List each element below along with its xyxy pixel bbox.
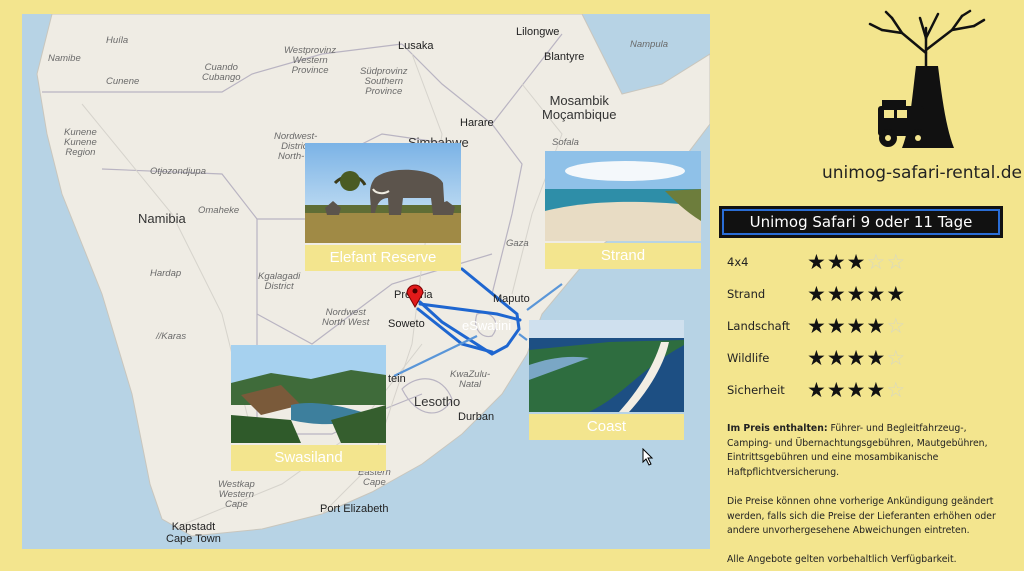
star-filled-icon: ★ xyxy=(846,250,867,274)
title-text: Unimog Safari 9 oder 11 Tage xyxy=(749,213,973,231)
star-filled-icon: ★ xyxy=(846,314,867,338)
map-label-lilongwe: Lilongwe xyxy=(516,26,560,38)
map-label-otjozondjupa: Otjozondjupa xyxy=(150,166,206,177)
star-rating: ★★★★☆ xyxy=(807,346,906,370)
baobab-tree-unimog-icon xyxy=(868,9,986,148)
map-label-sofala: Sofala xyxy=(552,137,579,148)
map-label-namibia: Namibia xyxy=(138,211,186,226)
photo-elephant[interactable] xyxy=(305,143,461,243)
map-label-nordwest-sa: Nordwest North West xyxy=(322,307,370,328)
map-label-kgalagadi: Kgalagadi District xyxy=(258,271,301,292)
elephant-image xyxy=(305,143,461,243)
availability-text: Alle Angebote gelten vorbehaltlich Verfü… xyxy=(727,554,957,565)
map-label-gaza: Gaza xyxy=(506,238,529,249)
map-label-port-elizabeth: Port Elizabeth xyxy=(320,503,389,515)
location-pin-icon[interactable] xyxy=(405,282,425,308)
map-label-soweto: Soweto xyxy=(388,318,425,330)
beach-image xyxy=(545,151,701,241)
canyon-image xyxy=(231,345,386,443)
map-label-westprovinz: Westprovinz Western Province xyxy=(284,45,337,76)
star-empty-icon: ☆ xyxy=(886,346,907,370)
star-filled-icon: ★ xyxy=(807,378,827,402)
map-label-cunene: Cunene xyxy=(106,76,140,87)
map-label-kunene: Kunene Kunene Region xyxy=(64,127,97,158)
photo-coast[interactable] xyxy=(529,320,684,412)
star-filled-icon: ★ xyxy=(866,282,887,306)
caption-canyon: Swasiland xyxy=(231,445,386,471)
star-filled-icon: ★ xyxy=(846,282,867,306)
map-label-westkap: Westkap Western Cape xyxy=(218,479,255,510)
star-filled-icon: ★ xyxy=(826,346,847,370)
rating-label: Strand xyxy=(727,287,766,301)
map-label-harare: Harare xyxy=(460,117,494,129)
map-label-kapstadt: Kapstadt Cape Town xyxy=(166,521,221,545)
star-filled-icon: ★ xyxy=(826,282,847,306)
price-included-text: Im Preis enthalten: Führer- und Begleitf… xyxy=(727,422,1007,480)
star-rating: ★★★☆☆ xyxy=(807,250,906,274)
star-empty-icon: ☆ xyxy=(866,250,887,274)
caption-elephant: Elefant Reserve xyxy=(305,245,461,271)
rating-label: Landschaft xyxy=(727,319,791,333)
star-filled-icon: ★ xyxy=(826,378,847,402)
map-label-tein: tein xyxy=(388,373,406,385)
rating-label: Sicherheit xyxy=(727,383,785,397)
rating-label: Wildlife xyxy=(727,351,770,365)
map-label-hardap: Hardap xyxy=(150,268,182,279)
star-filled-icon: ★ xyxy=(866,378,887,402)
star-rating: ★★★★★ xyxy=(807,282,906,306)
map-label-durban: Durban xyxy=(458,411,495,423)
map-label-blantyre: Blantyre xyxy=(544,51,585,63)
caption-coast: Coast xyxy=(529,414,684,440)
price-heading: Im Preis enthalten: xyxy=(727,423,828,434)
star-filled-icon: ★ xyxy=(826,250,847,274)
star-filled-icon: ★ xyxy=(886,282,907,306)
star-rating: ★★★★☆ xyxy=(807,314,906,338)
star-filled-icon: ★ xyxy=(807,282,827,306)
map-label-lusaka: Lusaka xyxy=(398,40,434,52)
star-filled-icon: ★ xyxy=(807,250,827,274)
disclaimer-text: Die Preise können ohne vorherige Ankündi… xyxy=(727,496,996,536)
star-filled-icon: ★ xyxy=(826,314,847,338)
star-empty-icon: ☆ xyxy=(886,314,907,338)
star-filled-icon: ★ xyxy=(846,378,867,402)
map-label-lesotho: Lesotho xyxy=(414,394,461,409)
map-label-karas: //Karas xyxy=(156,331,187,342)
star-rating: ★★★★☆ xyxy=(807,378,906,402)
map-label-cuando: Cuando Cubango xyxy=(202,62,241,83)
star-filled-icon: ★ xyxy=(866,346,887,370)
map-label-omaheke: Omaheke xyxy=(198,205,240,216)
photo-canyon[interactable] xyxy=(231,345,386,443)
map-label-nampula: Nampula xyxy=(630,39,669,50)
caption-beach: Strand xyxy=(545,243,701,269)
mouse-cursor-icon xyxy=(642,448,654,466)
star-filled-icon: ★ xyxy=(866,314,887,338)
map-label-maputo: Maputo xyxy=(493,293,530,305)
coast-image xyxy=(529,320,684,412)
star-filled-icon: ★ xyxy=(846,346,867,370)
site-domain[interactable]: unimog-safari-rental.de xyxy=(822,163,1022,183)
star-empty-icon: ☆ xyxy=(886,378,907,402)
rating-label: 4x4 xyxy=(727,255,749,269)
star-empty-icon: ☆ xyxy=(886,250,907,274)
map-label-kwazulu: KwaZulu- Natal xyxy=(450,369,491,390)
map-label-huila: Huíla xyxy=(106,35,129,46)
title-banner: Unimog Safari 9 oder 11 Tage xyxy=(722,209,1000,235)
map-label-namibe: Namibe xyxy=(48,53,81,64)
map-label-eswatini: eSwatini xyxy=(462,318,512,333)
photo-beach[interactable] xyxy=(545,151,701,241)
map-label-mosambik: Mosambik Moçambique xyxy=(542,93,617,122)
star-filled-icon: ★ xyxy=(807,346,827,370)
star-filled-icon: ★ xyxy=(807,314,827,338)
map-label-suedprovinz: Südprovinz Southern Province xyxy=(360,66,408,97)
